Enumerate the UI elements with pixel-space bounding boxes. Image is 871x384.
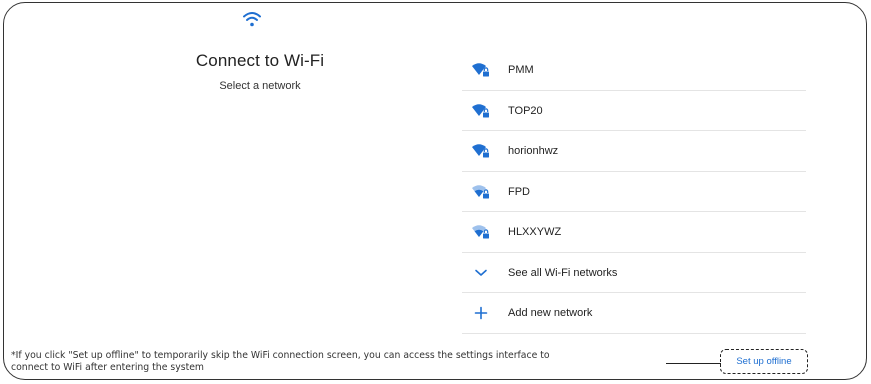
see-all-label: See all Wi-Fi networks [508, 266, 618, 279]
wifi-icon [243, 12, 261, 27]
wifi-locked-icon [472, 103, 490, 118]
network-name: horionhwz [508, 145, 559, 157]
network-row-pmm[interactable]: PMM [462, 50, 806, 91]
offline-footnote: *If you click "Set up offline" to tempor… [11, 350, 701, 374]
add-network-row[interactable]: Add new network [462, 293, 806, 334]
network-row-horionhwz[interactable]: horionhwz [462, 131, 806, 172]
wifi-locked-icon [472, 144, 490, 159]
chevron-down-icon [475, 269, 487, 276]
footnote-line-1: *If you click "Set up offline" to tempor… [11, 350, 550, 361]
wifi-locked-icon [472, 63, 490, 78]
network-name: TOP20 [508, 104, 543, 117]
network-row-top20[interactable]: TOP20 [462, 91, 806, 131]
network-row-fpd[interactable]: FPD [462, 172, 806, 212]
see-all-networks-row[interactable]: See all Wi-Fi networks [462, 253, 806, 293]
network-list: PMM TOP20 horionhwz FPD HLXXYWZ See all … [462, 50, 806, 334]
add-network-label: Add new network [508, 307, 593, 319]
network-row-hlxxywz[interactable]: HLXXYWZ [462, 212, 806, 253]
page-subtitle: Select a network [219, 80, 301, 92]
set-up-offline-button[interactable]: Set up offline [724, 352, 804, 372]
callout-leader-line [666, 363, 721, 364]
wifi-weak-locked-icon [472, 225, 490, 240]
page-title: Connect to Wi-Fi [195, 51, 325, 70]
plus-icon [474, 306, 488, 320]
network-name: HLXXYWZ [508, 226, 562, 238]
footnote-line-2: connect to WiFi after entering the syste… [11, 362, 204, 373]
network-name: FPD [508, 185, 530, 198]
network-name: PMM [508, 64, 534, 76]
wifi-weak-locked-icon [472, 184, 490, 199]
